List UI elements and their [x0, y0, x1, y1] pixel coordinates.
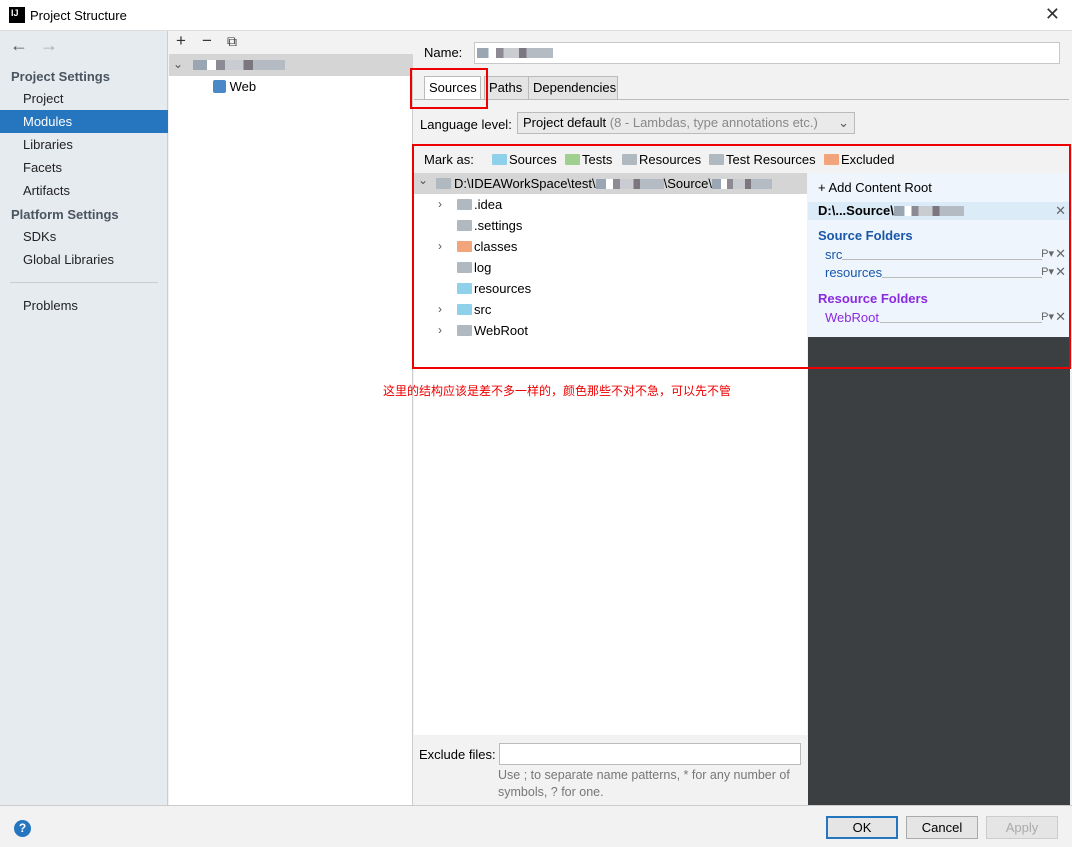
- title-bar: IJ Project Structure ✕: [0, 0, 1072, 31]
- sidebar-item-modules[interactable]: Modules: [0, 110, 168, 133]
- sidebar-item-problems[interactable]: Problems: [0, 294, 168, 317]
- forward-arrow-icon[interactable]: →: [40, 35, 58, 55]
- select-value: Project default: [523, 115, 607, 130]
- annotation-note: 这里的结构应该是差不多一样的，颜色那些不对不急，可以先不管: [383, 384, 732, 398]
- add-icon[interactable]: +: [176, 31, 186, 51]
- copy-icon[interactable]: ⧉: [227, 33, 237, 50]
- exclude-files-label: Exclude files:: [419, 747, 496, 762]
- name-label: Name:: [424, 45, 463, 60]
- section-platform-settings: Platform Settings: [11, 207, 119, 222]
- sidebar-item-libraries[interactable]: Libraries: [0, 133, 168, 156]
- modules-panel: + − ⧉ ⌄ Web: [169, 31, 413, 805]
- annotation-box: [412, 144, 1071, 369]
- blurred-name: [477, 48, 553, 58]
- intellij-logo-icon: IJ: [9, 7, 25, 23]
- select-hint: (8 - Lambdas, type annotations etc.): [609, 115, 818, 130]
- sidebar-item-artifacts[interactable]: Artifacts: [0, 179, 168, 202]
- annotation-box: [410, 68, 488, 109]
- divider: [10, 282, 158, 283]
- remove-icon[interactable]: −: [202, 31, 212, 51]
- tab-dependencies[interactable]: Dependencies: [528, 76, 618, 100]
- cancel-button[interactable]: Cancel: [906, 816, 978, 839]
- chevron-down-icon: ⌄: [838, 115, 849, 130]
- exclude-files-hint: Use ; to separate name patterns, * for a…: [498, 768, 790, 799]
- ok-button[interactable]: OK: [826, 816, 898, 839]
- back-arrow-icon[interactable]: ←: [10, 35, 28, 55]
- module-row[interactable]: ⌄: [169, 54, 413, 76]
- exclude-files-input[interactable]: [499, 743, 801, 765]
- sidebar-item-facets[interactable]: Facets: [0, 156, 168, 179]
- nav-buttons: ← →: [10, 35, 70, 56]
- web-facet-icon: [213, 80, 226, 93]
- close-icon[interactable]: ✕: [1045, 4, 1060, 25]
- name-input[interactable]: [474, 42, 1060, 64]
- window-title: Project Structure: [30, 8, 127, 23]
- apply-button[interactable]: Apply: [986, 816, 1058, 839]
- facet-web[interactable]: Web: [213, 79, 256, 94]
- section-project-settings: Project Settings: [11, 69, 110, 84]
- sidebar-item-project[interactable]: Project: [0, 87, 168, 110]
- language-level-label: Language level:: [420, 117, 512, 132]
- sidebar: ← → Project Settings Project Modules Libr…: [0, 31, 168, 805]
- facet-label: Web: [229, 79, 257, 94]
- sidebar-item-global-libraries[interactable]: Global Libraries: [0, 248, 168, 271]
- blurred-module-name: [193, 60, 285, 70]
- modules-toolbar: + − ⧉: [169, 31, 413, 54]
- language-level-select[interactable]: Project default (8 - Lambdas, type annot…: [517, 112, 855, 134]
- help-icon[interactable]: ?: [14, 820, 31, 837]
- sidebar-item-sdks[interactable]: SDKs: [0, 225, 168, 248]
- divider: [414, 99, 1069, 100]
- chevron-down-icon[interactable]: ⌄: [173, 57, 183, 71]
- button-bar: ? OK Cancel Apply: [0, 805, 1072, 847]
